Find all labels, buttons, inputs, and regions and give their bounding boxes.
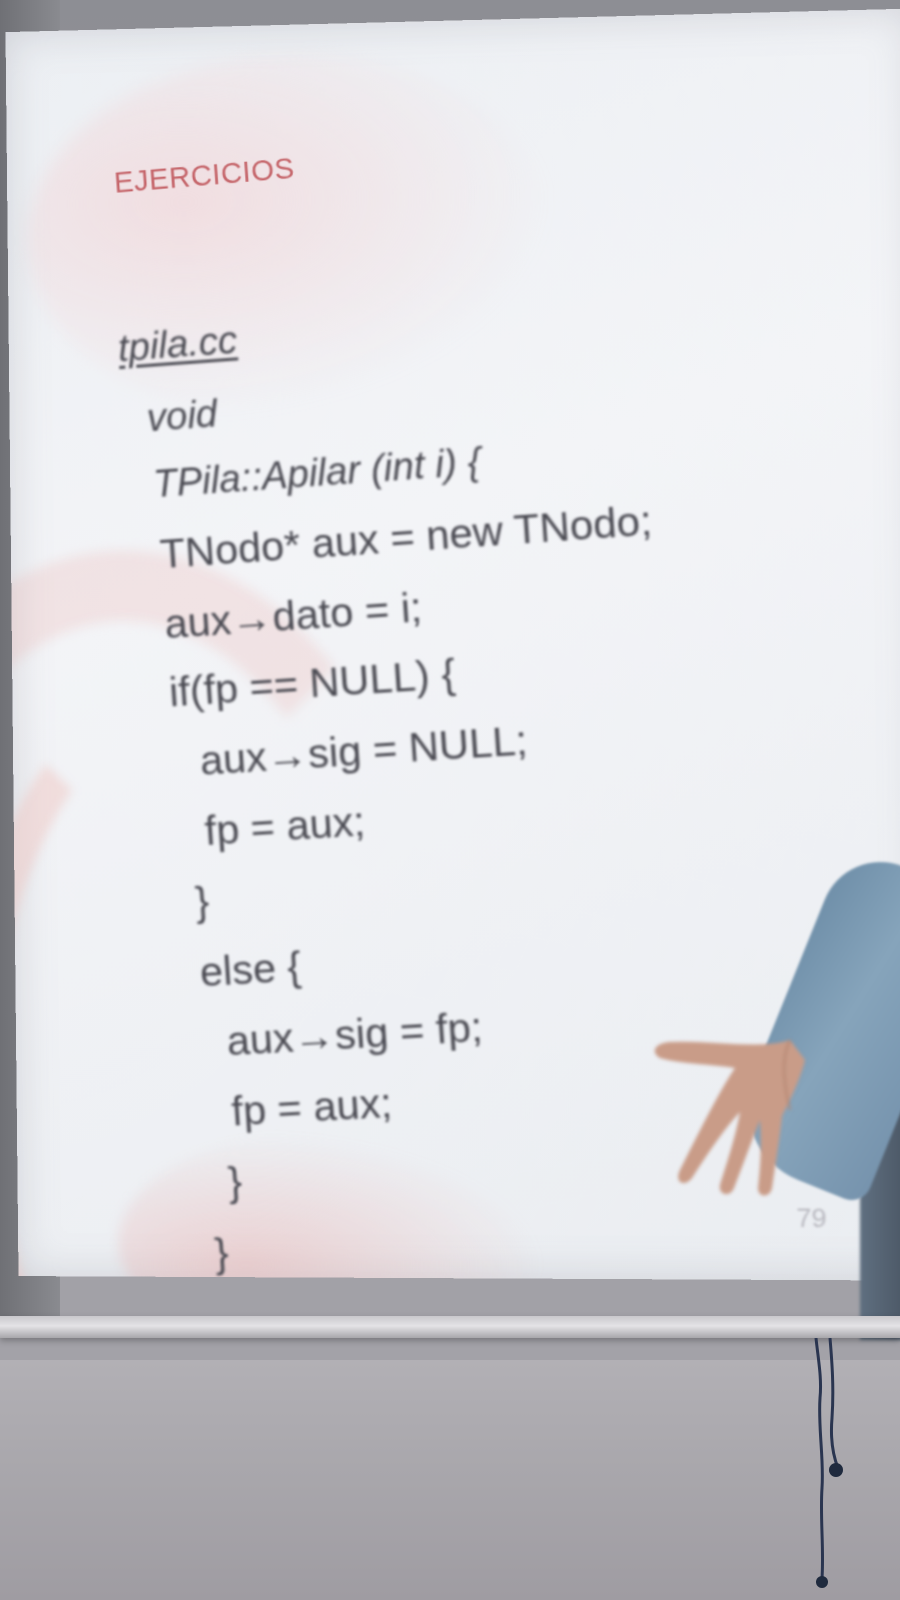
code-line: } <box>213 1229 231 1277</box>
code-line: aux→dato = i; <box>163 583 424 648</box>
slide-swirl-decoration <box>25 48 557 422</box>
file-name: tpila.cc <box>116 319 239 371</box>
code-line: aux→sig = fp; <box>225 1003 484 1065</box>
slide-swirl-decoration <box>117 1132 546 1281</box>
code-line: } <box>226 1158 244 1206</box>
screen-pull-cord <box>814 1338 843 1588</box>
code-line: aux→sig = NULL; <box>198 716 529 784</box>
code-block: tpila.cc void TPila::Apilar (int i) { TN… <box>117 277 831 1276</box>
code-line: else { <box>198 943 303 996</box>
code-line: TPila::Apilar (int i) { <box>151 440 482 507</box>
code-line: void <box>145 393 219 441</box>
slide-title: EJERCICIOS <box>113 152 296 200</box>
screen-bottom-bar <box>0 1316 900 1338</box>
presenter-hand <box>654 1039 805 1196</box>
wall-below-screen <box>0 1360 900 1600</box>
code-line: if(fp == NULL) { <box>167 650 457 716</box>
code-line: fp = aux; <box>229 1079 394 1135</box>
code-line: TNodo* aux = new TNodo; <box>158 497 654 578</box>
photo-scene: EJERCICIOS tpila.cc void TPila::Apilar (… <box>0 0 900 1600</box>
code-line: } <box>193 878 211 926</box>
code-line: fp = aux; <box>203 798 367 855</box>
